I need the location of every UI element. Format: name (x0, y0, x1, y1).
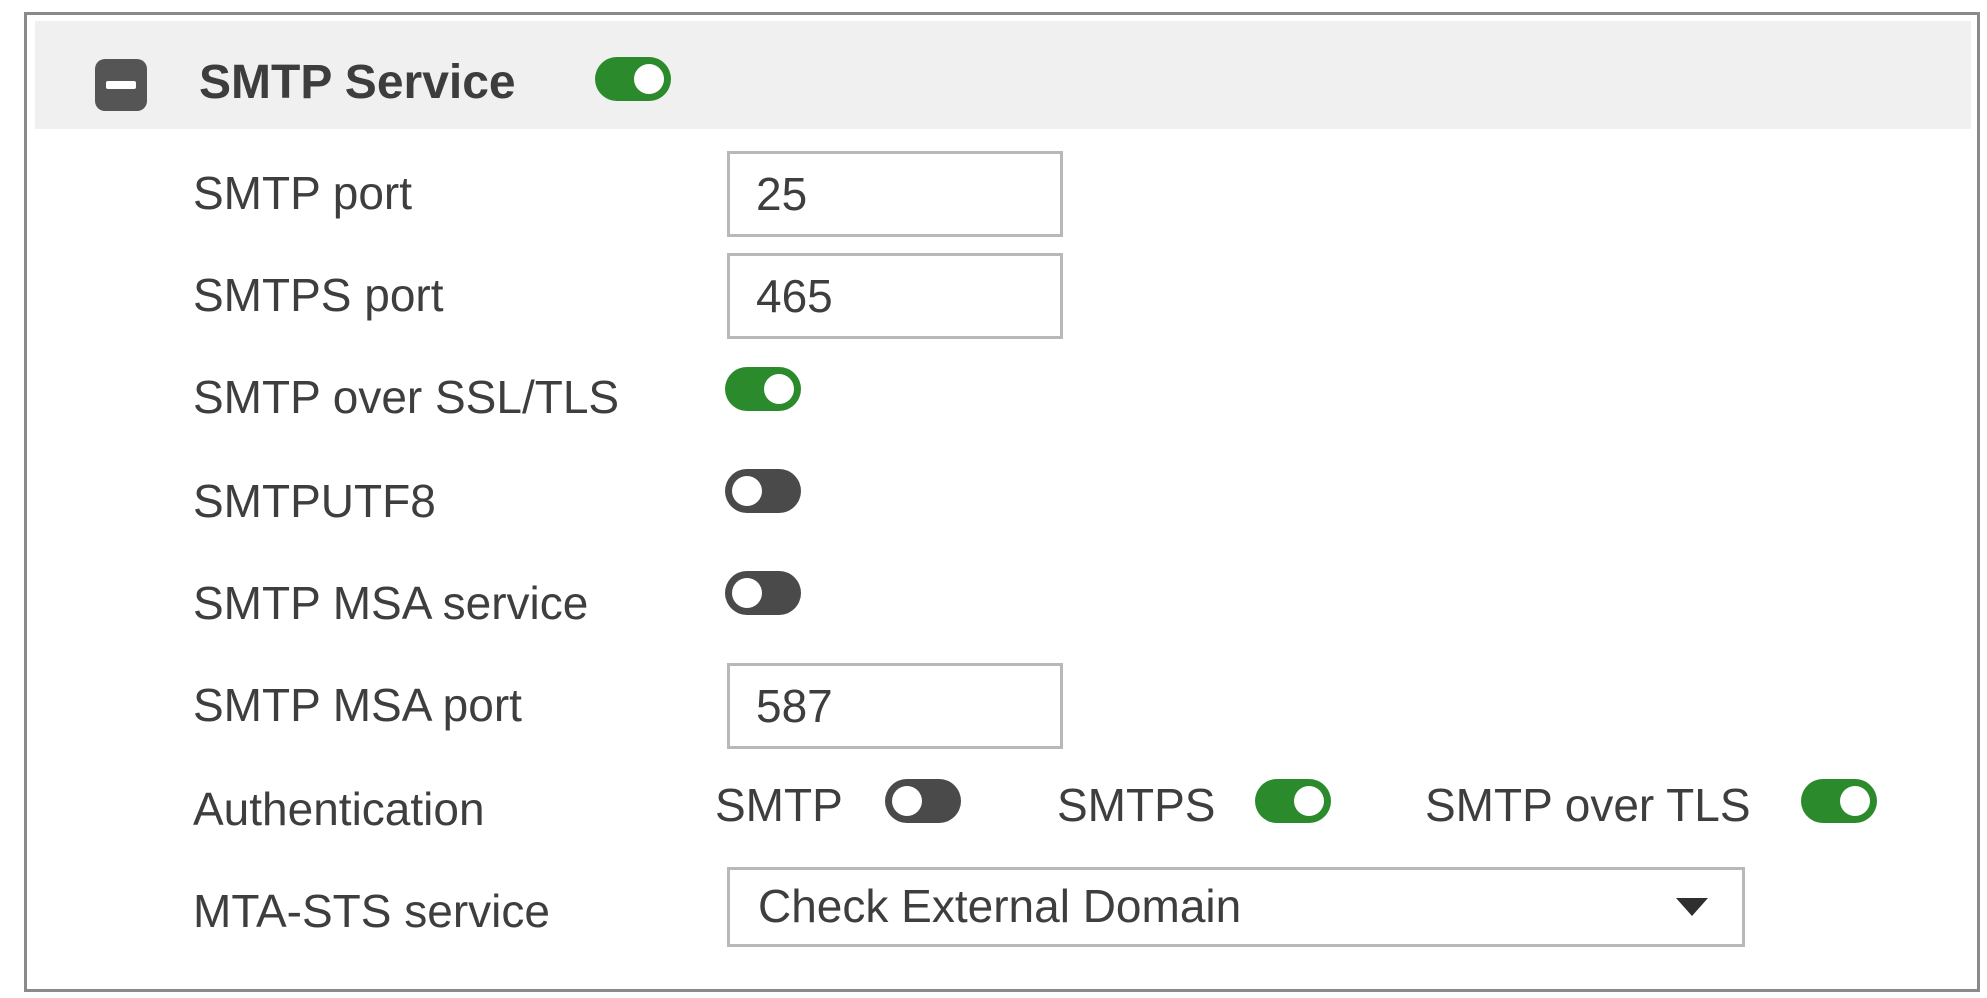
smtp-service-panel: SMTP Service SMTP port SMTPS port SMTP o… (24, 12, 1980, 992)
mta-sts-select[interactable]: Check External Domain (727, 867, 1745, 947)
smtps-port-input[interactable] (727, 253, 1063, 339)
auth-smtp-tls-toggle[interactable] (1801, 779, 1877, 823)
auth-smtps-toggle[interactable] (1255, 779, 1331, 823)
auth-smtp-toggle[interactable] (885, 779, 961, 823)
auth-smtps-label: SMTPS (1057, 779, 1216, 831)
authentication-label: Authentication (193, 783, 485, 835)
minus-square-icon[interactable] (95, 59, 147, 111)
msa-service-toggle[interactable] (725, 571, 801, 615)
smtputf8-label: SMTPUTF8 (193, 475, 436, 527)
mta-sts-label: MTA-STS service (193, 885, 550, 937)
smtp-service-toggle[interactable] (595, 57, 671, 101)
section-header: SMTP Service (35, 21, 1971, 129)
smtp-ssl-tls-label: SMTP over SSL/TLS (193, 371, 620, 423)
smtp-port-label: SMTP port (193, 167, 412, 219)
section-title: SMTP Service (199, 56, 516, 109)
smtp-ssl-tls-toggle[interactable] (725, 367, 801, 411)
smtp-port-input[interactable] (727, 151, 1063, 237)
msa-port-label: SMTP MSA port (193, 679, 522, 731)
mta-sts-value: Check External Domain (758, 880, 1242, 932)
smtputf8-toggle[interactable] (725, 469, 801, 513)
auth-smtp-tls-label: SMTP over TLS (1425, 779, 1751, 831)
chevron-down-icon (1676, 898, 1708, 916)
msa-service-label: SMTP MSA service (193, 577, 589, 629)
msa-port-input[interactable] (727, 663, 1063, 749)
auth-smtp-label: SMTP (715, 779, 843, 831)
smtps-port-label: SMTPS port (193, 269, 444, 321)
